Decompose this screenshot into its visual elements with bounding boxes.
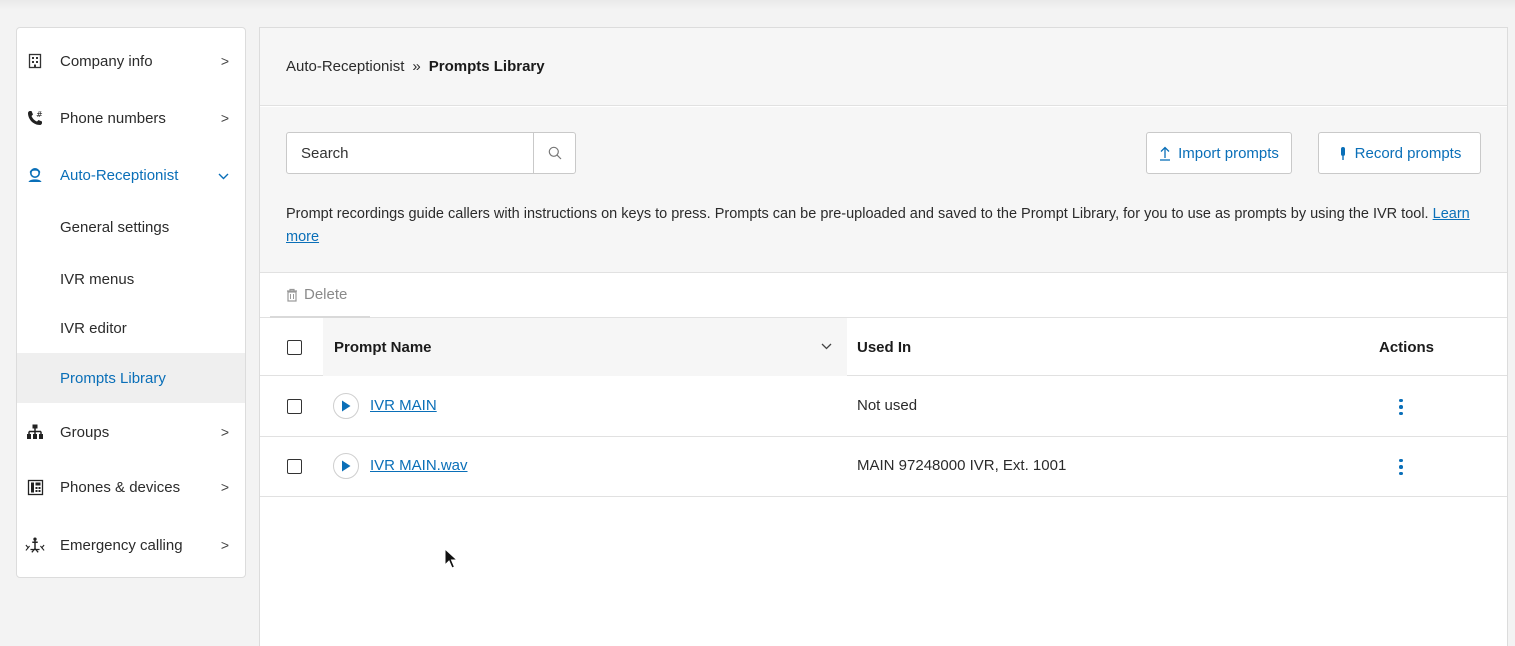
breadcrumb: Auto-Receptionist » Prompts Library	[260, 28, 1507, 106]
select-all-checkbox[interactable]	[287, 340, 302, 355]
import-prompts-label: Import prompts	[1178, 144, 1279, 162]
search-icon	[548, 146, 561, 160]
sidebar-subitem-label: IVR editor	[60, 319, 127, 337]
search-input[interactable]	[287, 133, 533, 173]
table-row: IVR MAIN.wav MAIN 97248000 IVR, Ext. 100…	[260, 437, 1507, 497]
play-button[interactable]	[333, 393, 359, 419]
bulk-action-bar: Delete	[260, 274, 1507, 318]
desk-phone-icon	[25, 477, 45, 497]
top-edge	[0, 0, 1515, 10]
play-icon	[342, 400, 351, 412]
sidebar-subitem-label: IVR menus	[60, 270, 135, 288]
prompt-name-link[interactable]: IVR MAIN.wav	[370, 457, 468, 474]
delete-label: Delete	[304, 286, 348, 303]
search-button[interactable]	[533, 133, 575, 173]
mouse-cursor-icon	[444, 548, 458, 569]
row-checkbox[interactable]	[287, 399, 302, 414]
upload-icon	[1160, 146, 1171, 161]
phone-hash-icon: #	[25, 108, 45, 128]
used-in-value: Not used	[857, 397, 918, 414]
sidebar-subitem-ivr-editor[interactable]: IVR editor	[17, 303, 245, 353]
chevron-down-icon	[218, 167, 229, 183]
description-body: Prompt recordings guide callers with ins…	[286, 206, 1429, 222]
row-checkbox[interactable]	[287, 459, 302, 474]
org-chart-icon	[25, 422, 45, 442]
sidebar: Company info > # Phone numbers > Auto-Re…	[16, 27, 246, 578]
description-text: Prompt recordings guide callers with ins…	[286, 203, 1486, 249]
table-row: IVR MAIN Not used	[260, 377, 1507, 437]
chevron-right-icon: >	[220, 53, 229, 69]
sort-chevron-down-icon[interactable]	[821, 338, 832, 353]
chevron-right-icon: >	[220, 424, 229, 440]
page-title: Prompts Library	[428, 58, 545, 75]
sidebar-item-auto-receptionist[interactable]: Auto-Receptionist	[17, 150, 245, 200]
receptionist-icon	[25, 165, 45, 185]
sidebar-item-label: Auto-Receptionist	[60, 166, 179, 184]
svg-text:#: #	[36, 110, 43, 119]
chevron-right-icon: >	[220, 110, 229, 126]
sidebar-item-groups[interactable]: Groups >	[17, 407, 245, 457]
sidebar-subitem-prompts-library[interactable]: Prompts Library	[17, 353, 245, 403]
import-prompts-button[interactable]: Import prompts	[1146, 132, 1292, 174]
sidebar-subitem-label: General settings	[60, 218, 170, 236]
used-in-value: MAIN 97248000 IVR, Ext. 1001	[857, 457, 1067, 474]
trash-icon	[287, 288, 297, 302]
table-header: Prompt Name Used In Actions	[260, 318, 1507, 376]
sidebar-item-label: Groups	[60, 423, 110, 441]
sidebar-item-company-info[interactable]: Company info >	[17, 36, 245, 86]
column-header-actions: Actions	[1379, 339, 1435, 356]
sidebar-item-phone-numbers[interactable]: # Phone numbers >	[17, 93, 245, 143]
column-header-prompt-name[interactable]: Prompt Name	[334, 339, 432, 356]
sidebar-item-phones-devices[interactable]: Phones & devices >	[17, 462, 245, 512]
toolbar: Import prompts Record prompts Prompt rec…	[260, 107, 1507, 273]
prompt-name-link[interactable]: IVR MAIN	[370, 397, 437, 414]
sidebar-item-label: Phone numbers	[60, 109, 166, 127]
chevron-right-icon: >	[220, 537, 229, 553]
chevron-right-icon: >	[220, 479, 229, 495]
emergency-icon	[25, 535, 45, 555]
play-icon	[342, 460, 351, 472]
building-icon	[25, 51, 45, 71]
play-button[interactable]	[333, 453, 359, 479]
more-actions-icon[interactable]	[1391, 455, 1411, 479]
search-box	[286, 132, 576, 174]
microphone-icon	[1340, 146, 1345, 160]
column-header-used-in: Used In	[857, 339, 912, 356]
sidebar-item-emergency-calling[interactable]: Emergency calling >	[17, 520, 245, 570]
sidebar-item-label: Emergency calling	[60, 536, 183, 554]
breadcrumb-separator: »	[412, 58, 421, 75]
more-actions-icon[interactable]	[1391, 395, 1411, 419]
sidebar-subitem-ivr-menus[interactable]: IVR menus	[17, 254, 245, 304]
sidebar-item-label: Company info	[60, 52, 153, 70]
record-prompts-label: Record prompts	[1354, 144, 1462, 162]
sidebar-subitem-general-settings[interactable]: General settings	[17, 202, 245, 252]
delete-button[interactable]: Delete	[286, 286, 347, 303]
sidebar-item-label: Phones & devices	[60, 478, 181, 496]
sidebar-subitem-label: Prompts Library	[60, 369, 166, 387]
record-prompts-button[interactable]: Record prompts	[1318, 132, 1481, 174]
breadcrumb-parent[interactable]: Auto-Receptionist	[286, 58, 404, 75]
